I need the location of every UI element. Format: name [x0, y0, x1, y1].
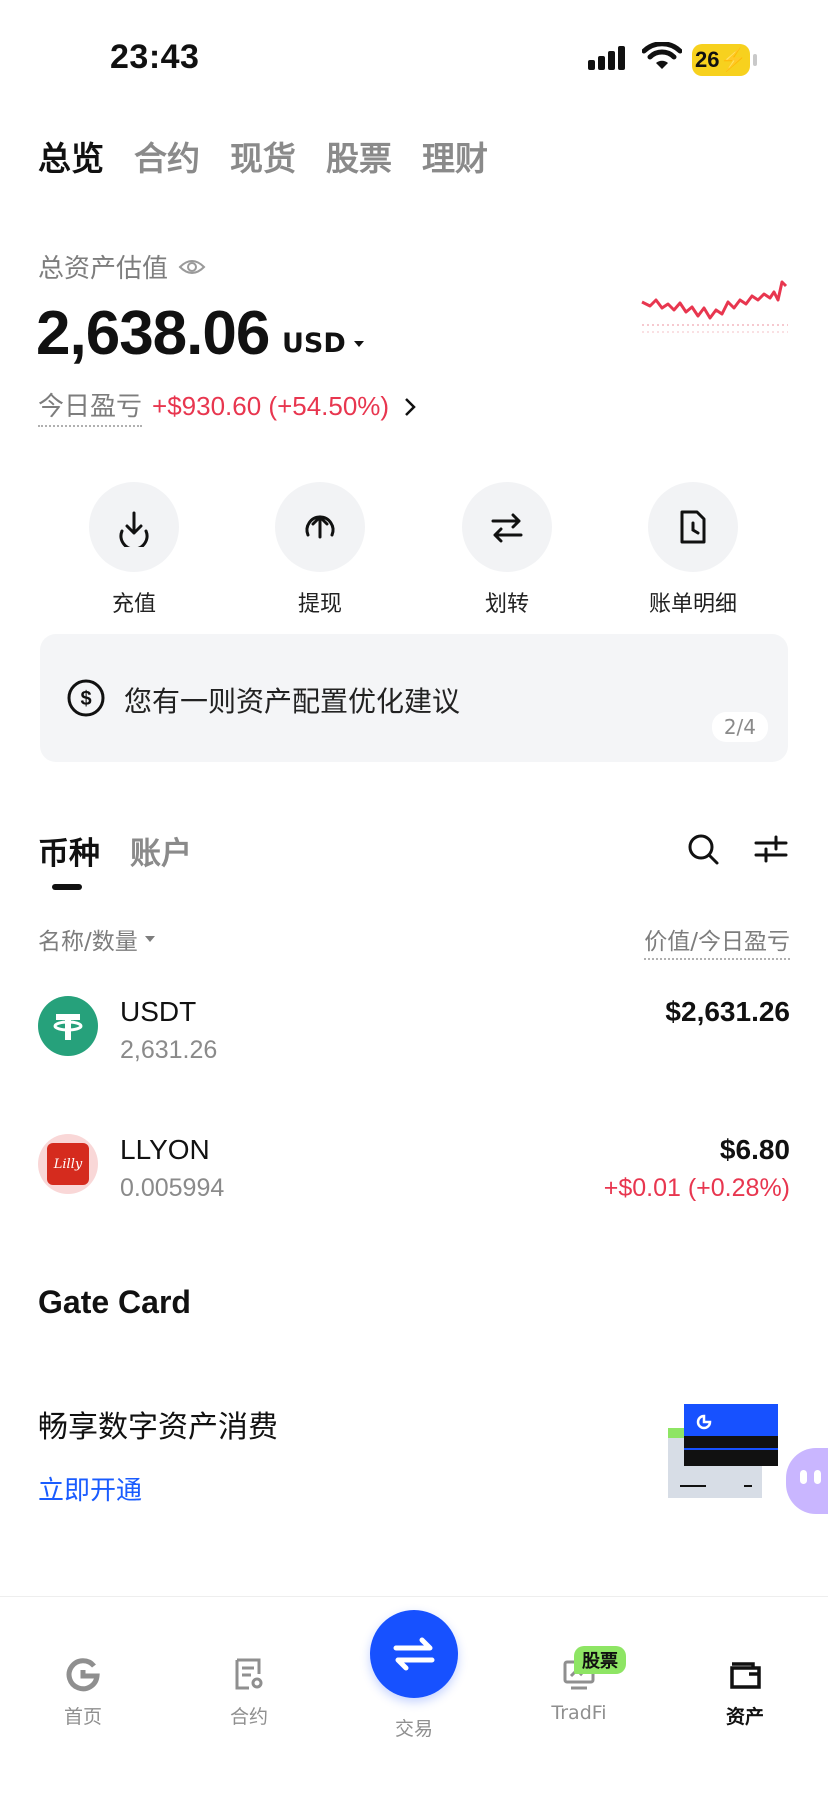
- caret-down-icon: [144, 935, 155, 942]
- nav-trade-label: 交易: [394, 1718, 433, 1740]
- coin-quantity: 2,631.26: [120, 1036, 218, 1064]
- wallet-icon: [730, 1662, 761, 1689]
- active-tab-indicator: [52, 884, 82, 890]
- deposit-icon-wrap: [89, 482, 179, 572]
- dollar-circle-icon: $: [67, 679, 105, 717]
- contract-icon: [235, 1658, 263, 1690]
- bottom-nav-divider: [0, 1596, 828, 1597]
- bill-icon: [680, 510, 706, 544]
- withdraw-button[interactable]: 提现: [250, 482, 390, 618]
- transfer-label: 划转: [484, 592, 529, 617]
- tab-stocks[interactable]: 股票: [326, 132, 392, 180]
- gate-card-open-link[interactable]: 立即开通: [38, 1470, 142, 1507]
- coin-name: LLYON: [120, 1134, 210, 1165]
- deposit-icon: [119, 511, 149, 547]
- list-item[interactable]: USDT 2,631.26 $2,631.26: [38, 996, 790, 1078]
- assistant-bot-icon[interactable]: [786, 1448, 828, 1514]
- filter-settings-icon[interactable]: [754, 834, 788, 864]
- tab-finance[interactable]: 理财: [422, 132, 488, 180]
- caret-down-icon: [353, 340, 364, 347]
- bill-details-button[interactable]: 账单明细: [623, 482, 763, 618]
- total-assets-label-row: 总资产估值: [38, 248, 206, 285]
- gate-card-subtitle: 畅享数字资产消费: [38, 1410, 278, 1445]
- asset-suggestion-card[interactable]: $ 您有一则资产配置优化建议 2/4: [40, 634, 788, 762]
- charging-bolt-icon: ⚡: [719, 47, 747, 72]
- nav-assets[interactable]: 资产: [690, 1656, 800, 1729]
- nav-home[interactable]: 首页: [28, 1656, 138, 1729]
- nav-trade-label-wrap[interactable]: 交易: [359, 1714, 469, 1741]
- gate-card-title: Gate Card: [38, 1284, 191, 1320]
- tab-account[interactable]: 账户: [130, 828, 192, 873]
- deposit-label: 充值: [111, 592, 156, 617]
- home-icon: [66, 1658, 100, 1692]
- cellular-signal-icon: [588, 46, 625, 70]
- currency-selector[interactable]: USD: [282, 328, 366, 359]
- status-time: 23:43: [110, 38, 200, 76]
- coin-value: $2,631.26: [665, 996, 790, 1027]
- svg-text:$: $: [80, 688, 91, 710]
- coin-quantity: 0.005994: [120, 1174, 225, 1202]
- suggestion-pager: 2/4: [711, 712, 768, 742]
- tether-icon: [38, 996, 98, 1056]
- column-header-value[interactable]: 价值/今日盈亏: [644, 922, 790, 960]
- tab-spot[interactable]: 现货: [230, 132, 296, 180]
- suggestion-text: 您有一则资产配置优化建议: [124, 685, 461, 718]
- today-pnl-row[interactable]: 今日盈亏 +$930.60 (+54.50%): [38, 386, 421, 427]
- tab-overview[interactable]: 总览: [38, 132, 104, 180]
- nav-contract-label: 合约: [229, 1706, 268, 1728]
- list-item[interactable]: Lilly LLYON 0.005994 $6.80 +$0.01 (+0.28…: [38, 1134, 790, 1216]
- chevron-right-icon: [405, 397, 416, 416]
- total-assets-amount: 2,638.06: [36, 299, 270, 368]
- today-pnl-label: 今日盈亏: [38, 386, 143, 427]
- coin-pnl: +$0.01 (+0.28%): [603, 1174, 790, 1202]
- deposit-button[interactable]: 充值: [64, 482, 204, 618]
- total-assets-label: 总资产估值: [38, 254, 169, 284]
- tab-futures[interactable]: 合约: [134, 132, 200, 180]
- transfer-icon: [491, 513, 523, 543]
- battery-level: 26: [695, 47, 720, 72]
- coin-name: USDT: [120, 996, 197, 1027]
- column-header-name: 名称/数量: [38, 929, 138, 955]
- bill-details-label: 账单明细: [648, 592, 737, 617]
- holdings-tab-bar: 币种 账户: [38, 828, 192, 873]
- search-icon[interactable]: [686, 832, 720, 866]
- stock-badge: 股票: [574, 1646, 626, 1674]
- asset-sparkline: [641, 280, 788, 333]
- nav-home-label: 首页: [63, 1706, 102, 1728]
- sort-by-name[interactable]: 名称/数量: [38, 922, 156, 956]
- battery-indicator: 26 ⚡: [692, 44, 757, 76]
- coin-value: $6.80: [719, 1134, 790, 1165]
- wifi-icon: [642, 42, 682, 69]
- lilly-logo: Lilly: [47, 1143, 89, 1185]
- trade-button[interactable]: [370, 1610, 458, 1698]
- nav-contract[interactable]: 合约: [194, 1656, 304, 1729]
- tab-currency[interactable]: 币种: [38, 828, 100, 873]
- nav-tradfi-label: TradFi: [551, 1702, 607, 1724]
- top-tab-bar: 总览 合约 现货 股票 理财: [38, 132, 488, 180]
- today-pnl-value: +$930.60 (+54.50%): [152, 391, 390, 421]
- currency-label: USD: [282, 328, 346, 359]
- transfer-button[interactable]: 划转: [437, 482, 577, 618]
- nav-assets-label: 资产: [725, 1706, 764, 1728]
- withdraw-icon: [305, 515, 335, 539]
- withdraw-label: 提现: [297, 592, 342, 617]
- transfer-icon-wrap: [462, 482, 552, 572]
- bill-icon-wrap: [648, 482, 738, 572]
- withdraw-icon-wrap: [275, 482, 365, 572]
- lilly-icon: Lilly: [38, 1134, 98, 1194]
- eye-icon[interactable]: [178, 257, 206, 277]
- trade-icon: [393, 1637, 435, 1671]
- gate-card-illustration: [668, 1404, 778, 1498]
